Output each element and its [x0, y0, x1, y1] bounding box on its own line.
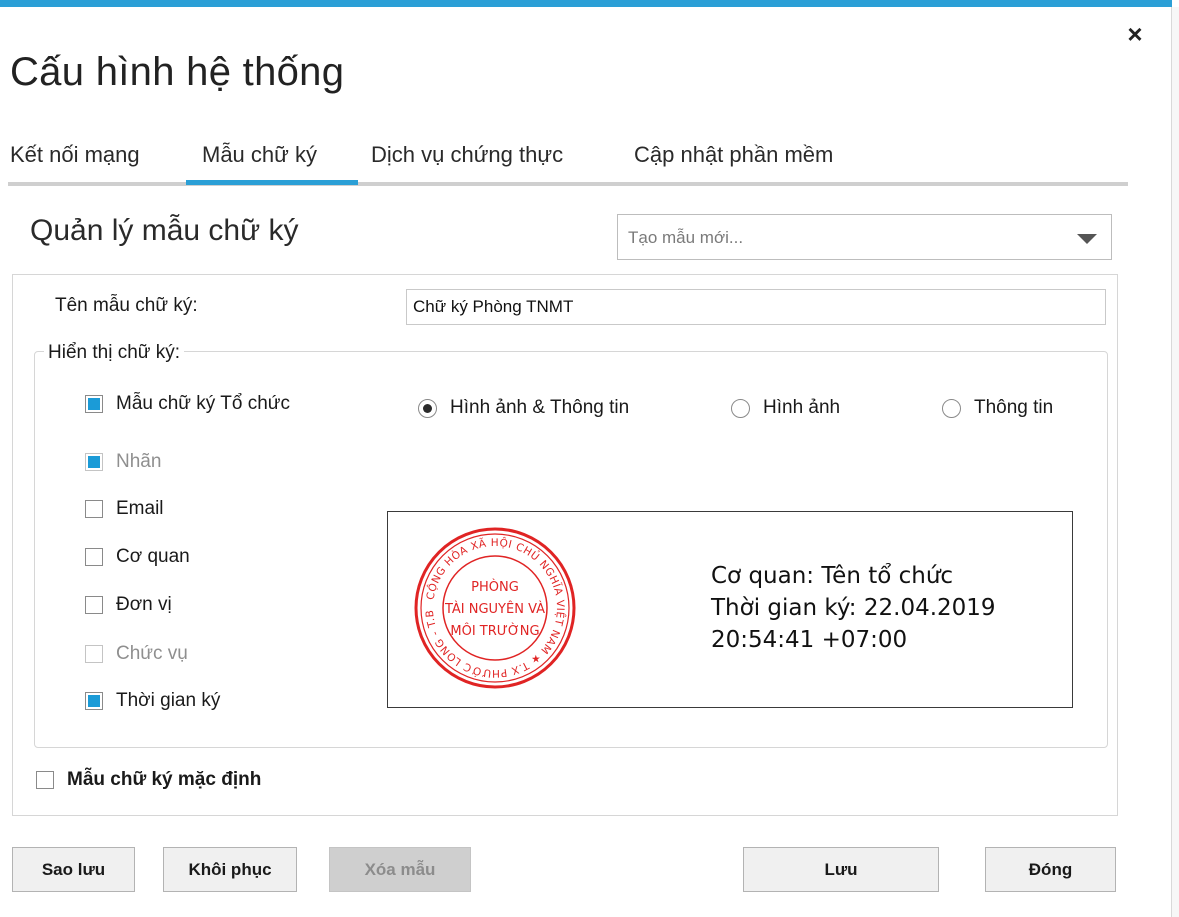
- page-title: Cấu hình hệ thống: [10, 50, 345, 94]
- preview-info-text: Cơ quan: Tên tổ chức Thời gian ký: 22.04…: [711, 560, 996, 656]
- radio-image-only[interactable]: Hình ảnh: [731, 397, 840, 419]
- radio-info-only[interactable]: Thông tin: [942, 397, 1053, 419]
- radio-circle: [418, 398, 437, 418]
- checkbox-box: [85, 395, 103, 413]
- close-button[interactable]: Đóng: [985, 847, 1116, 892]
- checkbox-box: [85, 645, 103, 663]
- checkbox-label: Mẫu chữ ký Tổ chức: [116, 393, 290, 414]
- checkbox-label: Chức vụ: [116, 643, 188, 664]
- checkbox-label-field[interactable]: Nhãn: [85, 451, 161, 473]
- window-right-edge: [1171, 7, 1179, 917]
- preview-line-agency: Cơ quan: Tên tổ chức: [711, 563, 954, 589]
- backup-button[interactable]: Sao lưu: [12, 847, 135, 892]
- checkbox-email[interactable]: Email: [85, 498, 164, 520]
- template-select-value: Tạo mẫu mới...: [628, 228, 744, 247]
- checkbox-organization-template[interactable]: Mẫu chữ ký Tổ chức: [85, 393, 290, 415]
- radio-circle: [942, 398, 961, 418]
- checkbox-agency[interactable]: Cơ quan: [85, 546, 190, 568]
- checkbox-label: Email: [116, 498, 164, 519]
- display-signature-legend: Hiển thị chữ ký:: [44, 342, 185, 364]
- checkbox-position[interactable]: Chức vụ: [85, 643, 188, 665]
- checkbox-signing-time[interactable]: Thời gian ký: [85, 690, 220, 712]
- preview-line-time: Thời gian ký: 22.04.2019: [711, 595, 996, 621]
- template-select[interactable]: Tạo mẫu mới...: [617, 214, 1112, 260]
- checkbox-box: [85, 692, 103, 710]
- radio-label: Hình ảnh & Thông tin: [450, 397, 630, 418]
- active-tab-indicator: [186, 180, 358, 185]
- checkbox-box: [85, 453, 103, 471]
- tab-bar: Kết nối mạng Mẫu chữ ký Dịch vụ chứng th…: [8, 130, 1128, 186]
- checkbox-label: Thời gian ký: [116, 690, 221, 711]
- seal-center-line: TÀI NGUYÊN VÀ: [444, 601, 545, 617]
- checkbox-label: Mẫu chữ ký mặc định: [67, 769, 262, 790]
- chevron-down-icon: [1077, 234, 1097, 244]
- checkbox-unit[interactable]: Đơn vị: [85, 594, 172, 616]
- radio-image-and-info[interactable]: Hình ảnh & Thông tin: [418, 397, 629, 419]
- radio-label: Hình ảnh: [763, 397, 841, 418]
- checkbox-box: [85, 596, 103, 614]
- template-name-label: Tên mẫu chữ ký:: [55, 295, 198, 316]
- official-seal-stamp: CỘNG HÒA XÃ HỘI CHỦ NGHĨA VIỆT NAM ★ T.X…: [412, 525, 576, 689]
- radio-label: Thông tin: [974, 397, 1054, 418]
- tab-network[interactable]: Kết nối mạng: [10, 142, 140, 168]
- preview-line-time-detail: 20:54:41 +07:00: [711, 627, 908, 653]
- checkbox-box: [85, 548, 103, 566]
- template-name-input[interactable]: [406, 289, 1106, 325]
- section-title: Quản lý mẫu chữ ký: [30, 214, 299, 247]
- save-button[interactable]: Lưu: [743, 847, 939, 892]
- restore-button[interactable]: Khôi phục: [163, 847, 297, 892]
- radio-circle: [731, 398, 750, 418]
- delete-template-button[interactable]: Xóa mẫu: [329, 847, 471, 892]
- window-top-accent-bar: [0, 0, 1172, 7]
- checkbox-label: Cơ quan: [116, 546, 190, 567]
- seal-center-line: MÔI TRƯỜNG: [450, 623, 539, 639]
- checkbox-box: [85, 500, 103, 518]
- checkbox-box: [36, 771, 54, 789]
- checkbox-default-template[interactable]: Mẫu chữ ký mặc định: [36, 769, 261, 791]
- tab-software-update[interactable]: Cập nhật phần mềm: [634, 142, 833, 168]
- close-icon[interactable]: ×: [1122, 20, 1148, 48]
- checkbox-label: Nhãn: [116, 451, 162, 472]
- tab-certification-service[interactable]: Dịch vụ chứng thực: [371, 142, 563, 168]
- signature-preview: CỘNG HÒA XÃ HỘI CHỦ NGHĨA VIỆT NAM ★ T.X…: [387, 511, 1073, 708]
- seal-center-line: PHÒNG: [471, 579, 519, 595]
- tab-signature-template[interactable]: Mẫu chữ ký: [202, 142, 317, 168]
- checkbox-label: Đơn vị: [116, 594, 172, 615]
